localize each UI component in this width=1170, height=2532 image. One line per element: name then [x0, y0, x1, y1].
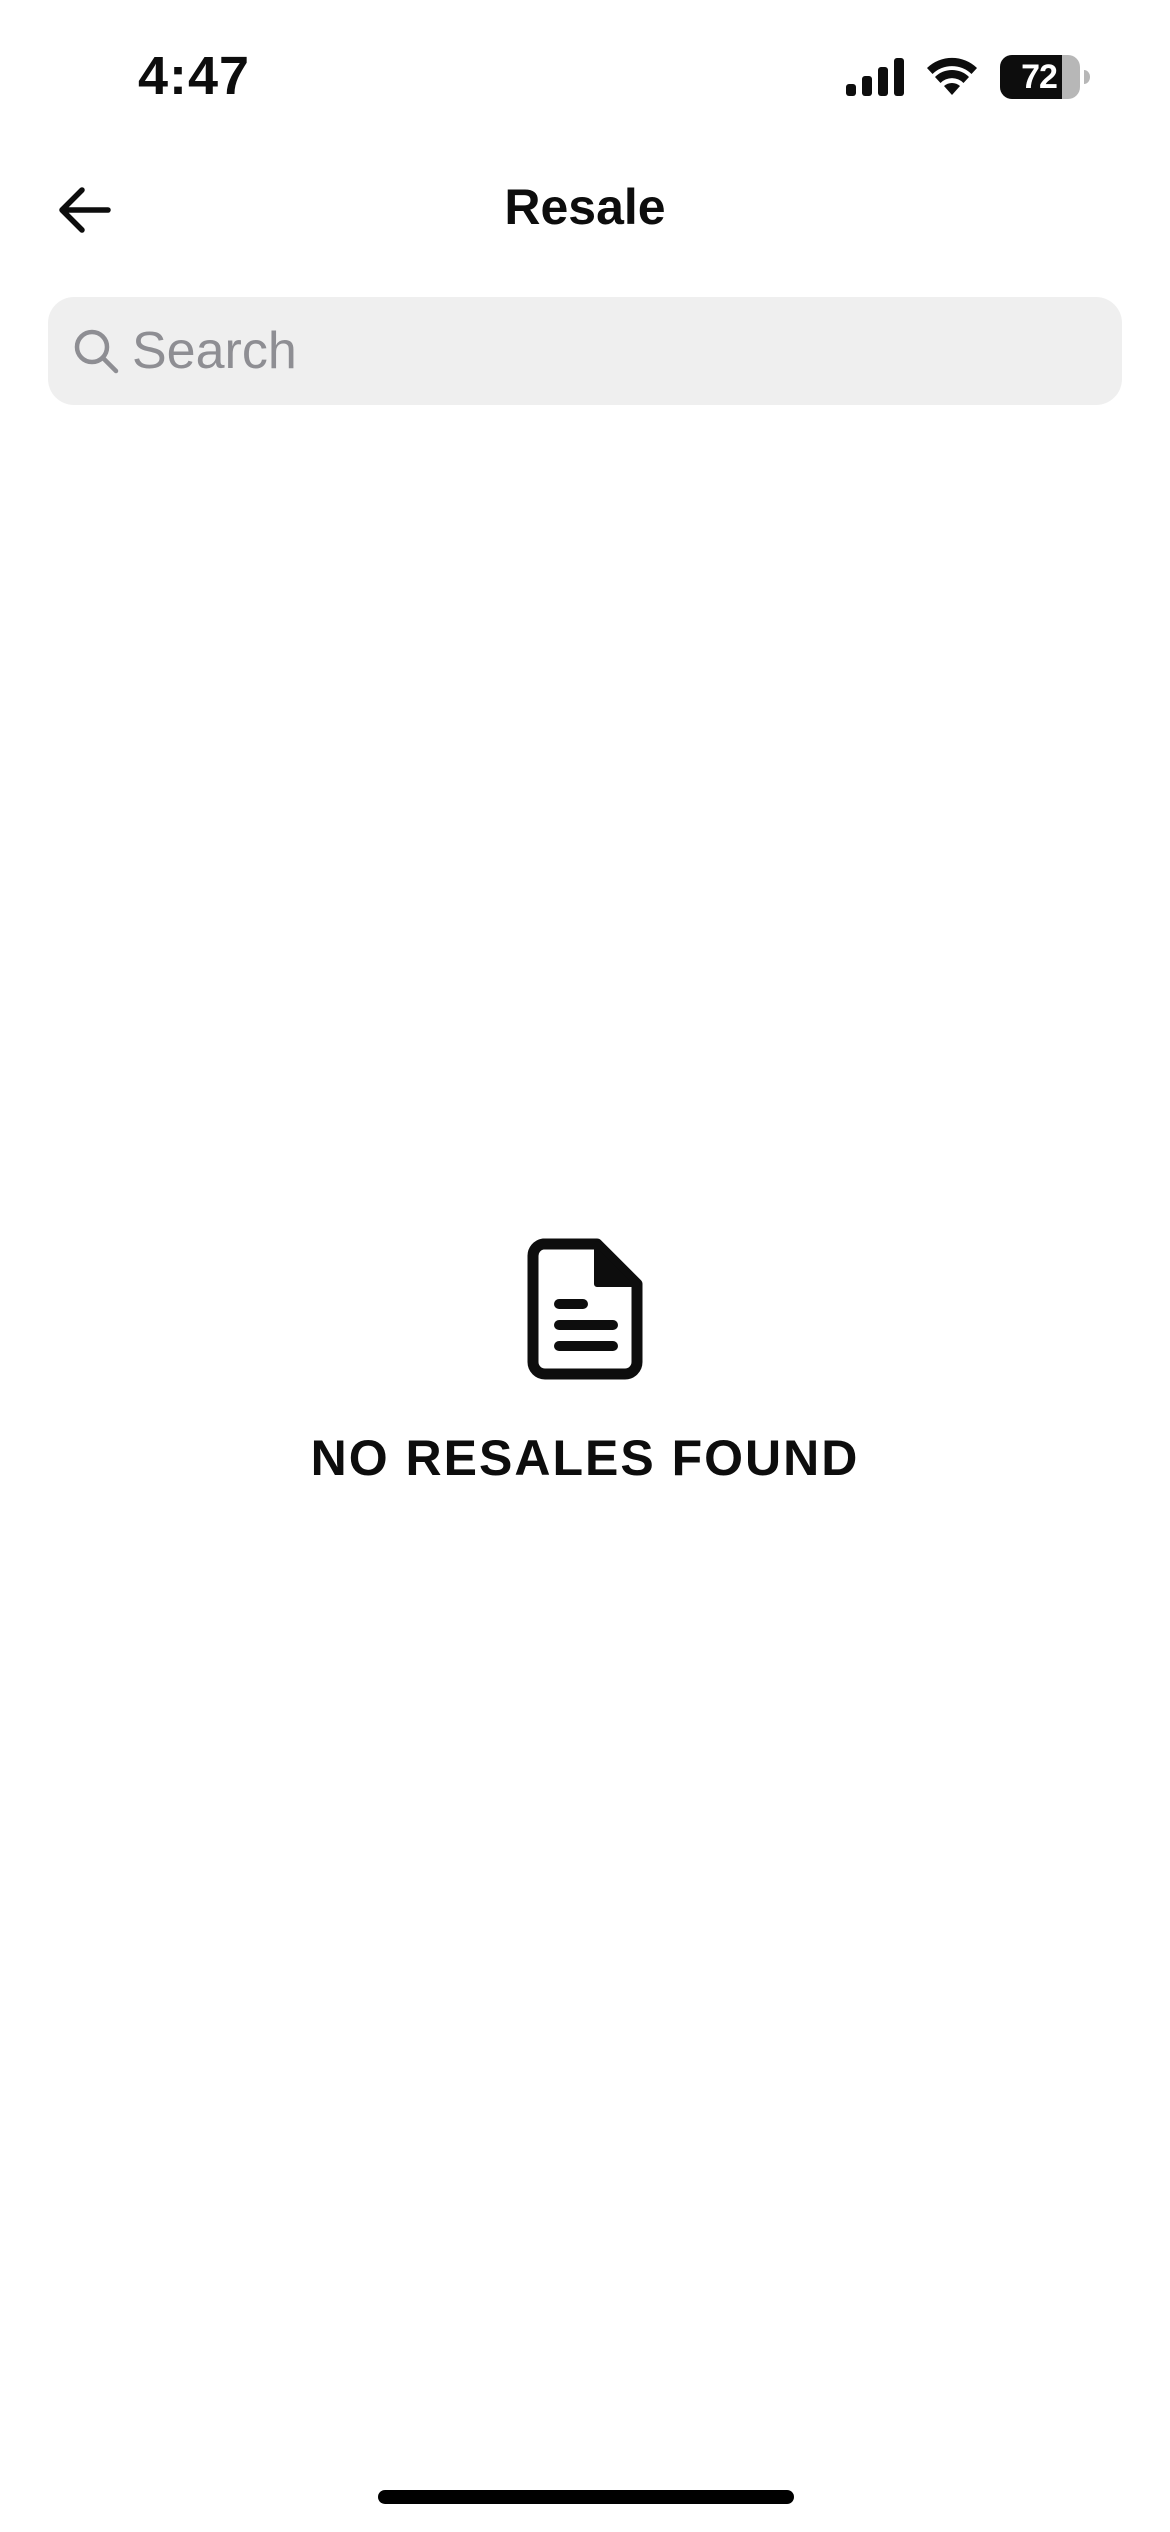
- status-time: 4:47: [138, 46, 251, 106]
- status-bar: 4:47 72: [0, 0, 1170, 150]
- signal-icon: [846, 58, 904, 96]
- document-icon: [0, 1238, 1170, 1380]
- search-bar[interactable]: [48, 297, 1122, 405]
- battery-icon: 72: [1000, 55, 1090, 99]
- page-title: Resale: [504, 179, 666, 235]
- empty-state-message: NO RESALES FOUND: [310, 1430, 860, 1486]
- header: Resale: [0, 150, 1170, 270]
- wifi-icon: [926, 57, 978, 97]
- battery-level: 72: [1021, 57, 1058, 96]
- status-icons: 72: [846, 52, 1090, 102]
- search-input[interactable]: [132, 297, 1092, 405]
- home-indicator[interactable]: [378, 2490, 794, 2504]
- empty-state: NO RESALES FOUND: [0, 1238, 1170, 1488]
- search-icon: [72, 327, 120, 375]
